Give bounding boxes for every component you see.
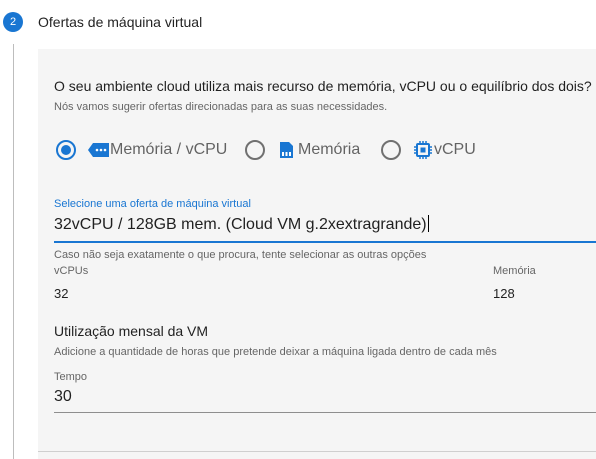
offer-select-value: 32vCPU / 128GB mem. (Cloud VM g.2xextrag… [54,216,427,233]
time-field-underline [54,412,596,413]
balance-icon [88,141,110,164]
panel-divider [38,451,596,452]
offer-select-input[interactable]: 32vCPU / 128GB mem. (Cloud VM g.2xextrag… [54,215,429,234]
radio-label-memory[interactable]: Memória [298,141,360,159]
resource-question: O seu ambiente cloud utiliza mais recurs… [54,78,592,94]
offer-field-label: Selecione uma oferta de máquina virtual [54,198,251,210]
time-input[interactable]: 30 [54,388,72,406]
usage-hint: Adicione a quantidade de horas que prete… [54,346,497,358]
memory-value: 128 [493,286,515,301]
radio-label-memory-vcpu[interactable]: Memória / vCPU [110,141,227,159]
step-title[interactable]: Ofertas de máquina virtual [38,14,202,30]
stepper-connector-line [13,44,14,459]
usage-title: Utilização mensal da VM [54,323,209,339]
radio-memory[interactable] [245,140,265,160]
offer-field-help: Caso não seja exatamente o que procura, … [54,249,427,261]
radio-label-vcpu[interactable]: vCPU [434,141,476,159]
radio-memory-vcpu[interactable] [56,140,76,160]
time-field-label: Tempo [54,371,88,383]
offer-field-underline [54,241,596,243]
step-number-badge: 2 [3,12,23,32]
text-caret [427,215,429,232]
resource-question-hint: Nós vamos sugerir ofertas direcionadas p… [54,101,388,113]
memory-label: Memória [493,265,536,277]
cpu-icon [414,141,432,164]
vcpu-label: vCPUs [54,265,89,277]
memory-icon [278,141,294,164]
radio-vcpu[interactable] [381,140,401,160]
vcpu-value: 32 [54,286,69,301]
